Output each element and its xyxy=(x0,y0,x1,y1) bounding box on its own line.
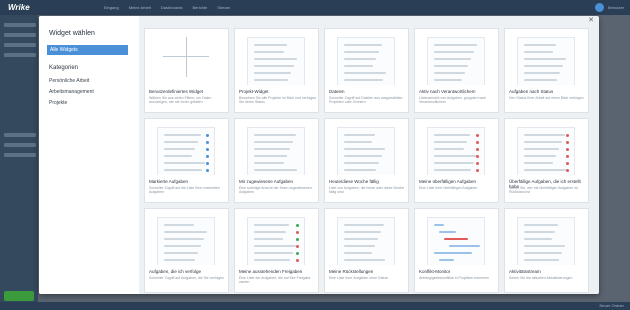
widget-card[interactable]: Meine ausstehenden Freigaben Eine Liste d… xyxy=(234,208,319,293)
widget-description: Eine sofortige Ansicht der Ihnen zugewie… xyxy=(239,186,312,194)
widget-card[interactable]: Aktivitätsstream Sehen Sie die aktuellen … xyxy=(504,208,589,293)
widget-dialog: ✕ Widget wählen Alle Widgets Kategorien … xyxy=(39,16,599,294)
widget-preview-icon xyxy=(415,29,498,85)
widget-card[interactable]: Meine Rückstellungen Eine Liste Ihrer Auf… xyxy=(324,208,409,293)
top-navigation: Eingang Meine Arbeit Dashboards Berichte… xyxy=(104,5,230,10)
widget-preview-icon xyxy=(145,209,228,265)
widget-title: Aktiv nach Verantwortlichem xyxy=(419,89,476,94)
widget-description: Abhängigkeitskonflikte in Projekten erke… xyxy=(419,276,489,280)
all-widgets-button[interactable]: Alle Widgets xyxy=(47,45,128,55)
widget-description: Schneller Zugriff auf Dateien aus ausgew… xyxy=(329,96,403,104)
widget-description: Eine Liste Ihrer Aufgaben ohne Datum xyxy=(329,276,389,280)
categories-heading: Kategorien xyxy=(49,65,79,71)
widget-preview-icon xyxy=(415,119,498,175)
widget-title: Projekt-Widget xyxy=(239,89,269,94)
sidebar-item[interactable] xyxy=(4,43,36,47)
category-list: Persönliche Arbeit Arbeitsmanagement Pro… xyxy=(49,79,94,112)
widget-card[interactable]: Projekt-Widget Bewahren Sie alle Projekte… xyxy=(234,28,319,113)
user-area: Benutzer xyxy=(594,3,624,12)
plus-icon xyxy=(145,29,228,85)
widget-description: Sehen Sie, wer mit überfälligen Aufgaben… xyxy=(509,186,578,194)
widget-preview-icon xyxy=(505,29,588,85)
widget-preview-icon xyxy=(415,209,498,265)
user-name[interactable]: Benutzer xyxy=(608,5,624,10)
widget-preview-icon xyxy=(325,119,408,175)
sidebar-item[interactable] xyxy=(4,53,36,57)
topnav-item[interactable]: Stream xyxy=(217,5,230,10)
app-logo: Wrike xyxy=(8,3,30,12)
category-panel: Widget wählen Alle Widgets Kategorien Pe… xyxy=(39,16,139,294)
widget-description: Bewahren Sie alle Projekte im Blick und … xyxy=(239,96,317,104)
widget-preview-icon xyxy=(505,119,588,175)
widget-card[interactable]: Konflikt-Monitor Abhängigkeitskonflikte i… xyxy=(414,208,499,293)
sidebar-item[interactable] xyxy=(4,23,36,27)
widget-description: Den Status Ihrer Arbeit auf einen Blick … xyxy=(509,96,584,100)
widget-preview-icon xyxy=(235,29,318,85)
widget-description: Eine Liste Ihrer überfälligen Aufgaben xyxy=(419,186,478,190)
widget-title: Heute/diese Woche fällig xyxy=(329,179,379,184)
widget-card[interactable]: Aktiv nach Verantwortlichem Listenansicht… xyxy=(414,28,499,113)
widget-title: Meine ausstehenden Freigaben xyxy=(239,269,303,274)
dialog-title: Widget wählen xyxy=(49,30,95,37)
topnav-item[interactable]: Berichte xyxy=(193,5,208,10)
widget-description: Sehen Sie die aktuellen Aktualisierungen xyxy=(509,276,573,280)
widget-description: Schneller Zugriff auf die Liste Ihrer ma… xyxy=(149,186,220,194)
widget-description: Wählen Sie aus vielen Filtern, um Daten … xyxy=(149,96,212,104)
widget-preview-icon xyxy=(325,29,408,85)
widget-card[interactable]: Meine überfälligen Aufgaben Eine Liste Ih… xyxy=(414,118,499,203)
sidebar-item[interactable] xyxy=(4,153,36,157)
widget-card[interactable]: Heute/diese Woche fällig Liste von Aufgab… xyxy=(324,118,409,203)
widget-card[interactable]: Benutzerdefiniertes Widget Wählen Sie aus… xyxy=(144,28,229,113)
widget-title: Meine Rückstellungen xyxy=(329,269,374,274)
widget-title: Aktivitätsstream xyxy=(509,269,541,274)
app-sidebar xyxy=(0,15,38,310)
topnav-item[interactable]: Dashboards xyxy=(161,5,183,10)
widget-card[interactable]: Dateien Schneller Zugriff auf Dateien aus… xyxy=(324,28,409,113)
topnav-item[interactable]: Meine Arbeit xyxy=(129,5,151,10)
app-topbar: Wrike Eingang Meine Arbeit Dashboards Be… xyxy=(0,0,630,15)
widget-card[interactable]: Markierte Aufgaben Schneller Zugriff auf … xyxy=(144,118,229,203)
widget-card[interactable]: Mir zugewiesene Aufgaben Eine sofortige A… xyxy=(234,118,319,203)
widget-preview-icon xyxy=(325,209,408,265)
widget-preview-icon xyxy=(505,209,588,265)
topnav-item[interactable]: Eingang xyxy=(104,5,119,10)
sidebar-item[interactable] xyxy=(4,133,36,137)
widget-card[interactable]: Überfällige Aufgaben, die ich erstellt h… xyxy=(504,118,589,203)
status-bar: Neuer Ordner xyxy=(0,302,630,310)
category-item[interactable]: Projekte xyxy=(49,101,94,112)
widget-title: Mir zugewiesene Aufgaben xyxy=(239,179,294,184)
widget-title: Konflikt-Monitor xyxy=(419,269,451,274)
sidebar-item[interactable] xyxy=(4,143,36,147)
widget-title: Dateien xyxy=(329,89,345,94)
widget-card[interactable]: Aufgaben, die ich verfolge Schneller Zugr… xyxy=(144,208,229,293)
sidebar-item[interactable] xyxy=(4,33,36,37)
widget-grid: Benutzerdefiniertes Widget Wählen Sie aus… xyxy=(144,28,592,293)
widget-description: Eine Liste der Aufgaben, die auf Ihre Fr… xyxy=(239,276,311,284)
status-text: Neuer Ordner xyxy=(599,303,624,308)
widget-preview-icon xyxy=(145,119,228,175)
widget-card[interactable]: Aufgaben nach Status Den Status Ihrer Arb… xyxy=(504,28,589,113)
new-item-button[interactable] xyxy=(4,291,34,301)
avatar[interactable] xyxy=(594,3,604,12)
close-icon[interactable]: ✕ xyxy=(587,17,595,25)
widget-title: Benutzerdefiniertes Widget xyxy=(149,89,204,94)
widget-description: Liste von Aufgaben, die heute oder diese… xyxy=(329,186,405,194)
widget-preview-icon xyxy=(235,209,318,265)
widget-description: Schneller Zugriff auf Aufgaben, die Sie … xyxy=(149,276,225,280)
widget-preview-icon xyxy=(235,119,318,175)
widget-title: Aufgaben, die ich verfolge xyxy=(149,269,202,274)
widget-title: Meine überfälligen Aufgaben xyxy=(419,179,477,184)
widget-description: Listenansicht von Aufgaben, gruppiert na… xyxy=(419,96,487,104)
widget-title: Markierte Aufgaben xyxy=(149,179,189,184)
widget-title: Aufgaben nach Status xyxy=(509,89,554,94)
